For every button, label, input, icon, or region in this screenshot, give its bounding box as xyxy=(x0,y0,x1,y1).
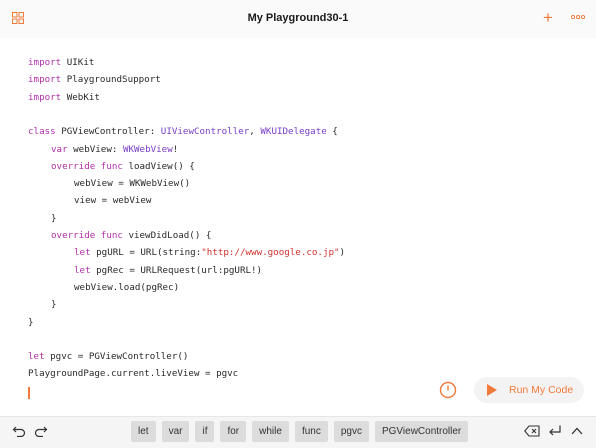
code-line: class PGViewController: UIViewController… xyxy=(28,123,338,140)
delete-icon[interactable] xyxy=(524,425,540,437)
code-token: ! xyxy=(172,143,179,155)
code-token: } xyxy=(51,299,57,311)
string-token: "http://www.google.co.jp" xyxy=(201,247,340,259)
code-line: import UIKit xyxy=(28,54,94,71)
keyword-token: override func xyxy=(51,230,123,241)
code-token: } xyxy=(51,212,57,224)
code-token: } xyxy=(28,316,34,328)
shortcut-chip[interactable]: func xyxy=(294,421,328,442)
plus-icon[interactable]: + xyxy=(543,9,553,26)
keyword-token: import xyxy=(28,91,62,103)
run-my-code-button[interactable]: Run My Code xyxy=(474,377,584,403)
code-token: UIKit xyxy=(61,57,95,68)
code-line: } xyxy=(28,314,34,331)
text-cursor xyxy=(28,387,30,399)
run-label: Run My Code xyxy=(509,384,574,396)
chevron-up-icon[interactable] xyxy=(571,426,583,436)
code-line: import PlaygroundSupport xyxy=(28,71,161,88)
code-token: webView.load(pgRec) xyxy=(74,281,180,293)
code-line: PlaygroundPage.current.liveView = pgvc xyxy=(28,365,238,382)
code-token: pgURL = URL(string: xyxy=(90,247,202,259)
keyword-token: class xyxy=(28,126,56,138)
code-token: pgRec = URLRequest(url:pgURL!) xyxy=(90,264,263,276)
shortcut-chip[interactable]: var xyxy=(161,421,190,442)
code-token: PGViewController: xyxy=(55,126,161,138)
undo-icon[interactable] xyxy=(12,425,26,437)
stopwatch-icon[interactable] xyxy=(439,381,457,399)
keyword-token: import xyxy=(28,74,62,86)
shortcut-chip[interactable]: let xyxy=(131,421,156,442)
code-token: loadView() { xyxy=(122,160,195,172)
code-token: pgvc = PGViewController() xyxy=(44,351,189,363)
keyword-token: let xyxy=(28,351,45,363)
redo-icon[interactable] xyxy=(34,425,48,437)
shortcut-chip[interactable]: while xyxy=(252,421,289,442)
code-line: import WebKit xyxy=(28,89,100,106)
shortcut-chip[interactable]: PGViewController xyxy=(374,421,469,442)
more-icon[interactable] xyxy=(571,14,585,20)
shortcut-chips: let var if for while func pgvc PGViewController xyxy=(131,421,469,442)
code-line: } xyxy=(51,210,57,227)
code-line: let pgURL = URL(string:"http://www.googl… xyxy=(74,244,345,261)
keyword-token: let xyxy=(74,264,91,276)
page-title: My Playground30-1 xyxy=(247,12,349,24)
code-token: , xyxy=(249,126,261,138)
code-line: var webView: WKWebView! xyxy=(51,141,178,158)
code-line: let pgRec = URLRequest(url:pgURL!) xyxy=(74,262,262,279)
code-token: webView = WKWebView() xyxy=(74,178,191,190)
code-line: let pgvc = PGViewController() xyxy=(28,348,188,365)
play-icon xyxy=(487,384,497,396)
keyword-token: override func xyxy=(51,160,123,172)
shortcut-chip[interactable]: if xyxy=(195,421,215,442)
code-line: override func loadView() { xyxy=(51,158,195,175)
type-token: WKUIDelegate xyxy=(260,126,327,138)
top-toolbar: My Playground30-1 + xyxy=(0,0,596,38)
code-line: view = webView xyxy=(74,192,151,209)
code-token: viewDidLoad() { xyxy=(122,230,212,241)
type-token: WKWebView xyxy=(122,143,173,155)
shortcut-chip[interactable]: pgvc xyxy=(333,421,369,442)
shortcut-chip[interactable]: for xyxy=(220,421,247,442)
keyword-token: let xyxy=(74,247,91,259)
code-line: override func viewDidLoad() { xyxy=(51,227,211,244)
code-token: ) xyxy=(339,247,346,259)
keyword-token: var xyxy=(51,143,68,155)
code-token: WebKit xyxy=(61,91,100,103)
code-line: } xyxy=(51,296,57,313)
code-token: view = webView xyxy=(74,195,152,207)
code-token: { xyxy=(326,126,338,138)
code-token: PlaygroundSupport xyxy=(61,74,161,86)
code-line: webView = WKWebView() xyxy=(74,175,190,192)
return-icon[interactable] xyxy=(548,424,562,438)
code-token: webView: xyxy=(67,143,123,155)
code-line: webView.load(pgRec) xyxy=(74,279,179,296)
keyword-token: import xyxy=(28,57,62,68)
type-token: UIViewController xyxy=(160,126,250,138)
code-token: PlaygroundPage.current.liveView = pgvc xyxy=(28,368,239,380)
